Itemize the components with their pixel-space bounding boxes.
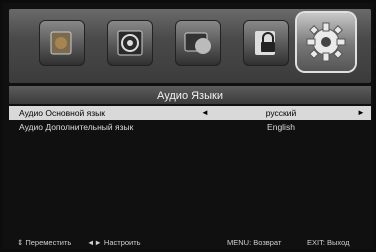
hint-exit: EXIT: Выход — [307, 238, 350, 247]
hint-back: MENU: Возврат — [227, 238, 282, 247]
setting-value: русский — [265, 108, 297, 118]
hint-move: ⇕ Переместить — [17, 238, 72, 247]
arrow-right-icon[interactable]: ► — [357, 106, 365, 120]
arrow-left-icon[interactable]: ◄ — [201, 106, 209, 120]
setting-value: English — [267, 122, 295, 132]
setup-gear-icon[interactable] — [297, 13, 355, 71]
channel-icon[interactable] — [175, 20, 221, 66]
sound-icon[interactable] — [107, 20, 153, 66]
settings-list: Аудио Основной язык ◄ русский ► Аудио До… — [9, 106, 371, 134]
hint-adjust: ◄► Настроить — [87, 238, 141, 247]
hint-bar: ⇕ Переместить ◄► Настроить MENU: Возврат… — [9, 237, 371, 249]
lock-icon[interactable] — [243, 20, 289, 66]
menu-icon-bar — [9, 9, 371, 83]
setting-label: Аудио Дополнительный язык — [19, 122, 134, 132]
menu-title-bar: Аудио Языки — [9, 86, 371, 104]
setting-row-primary-audio[interactable]: Аудио Основной язык ◄ русский ► — [9, 106, 371, 120]
picture-icon[interactable] — [39, 20, 85, 66]
setting-label: Аудио Основной язык — [19, 108, 105, 118]
page-title: Аудио Языки — [157, 90, 223, 102]
tv-osd-screen: Аудио Языки Аудио Основной язык ◄ русски… — [3, 3, 373, 249]
setting-row-secondary-audio[interactable]: Аудио Дополнительный язык English — [9, 120, 371, 134]
